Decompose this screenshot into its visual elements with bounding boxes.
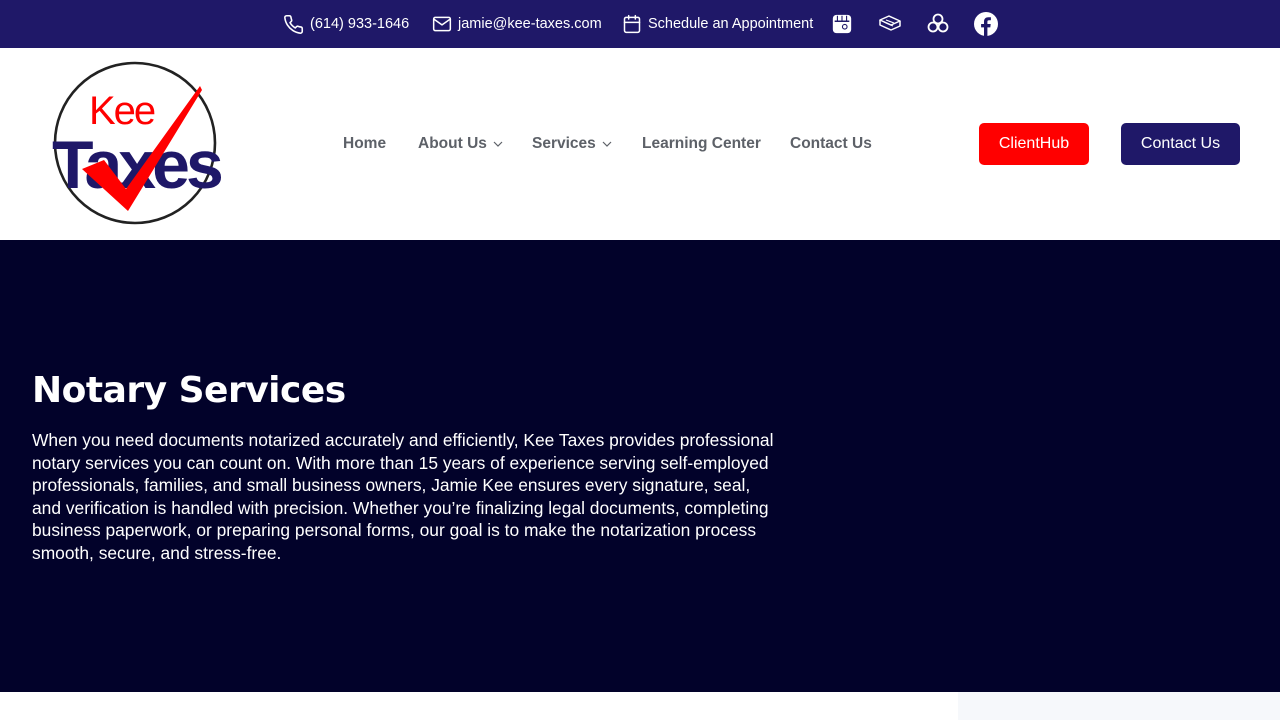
page-title: Notary Services (32, 370, 346, 411)
nav-services[interactable]: Services (532, 132, 612, 156)
chevron-down-icon (493, 141, 503, 147)
kee-taxes-logo[interactable]: Kee Taxes (38, 61, 236, 227)
calendar-icon (623, 14, 641, 34)
chevron-down-icon (602, 141, 612, 147)
nav-contact-us-label: Contact Us (790, 135, 872, 152)
cloud-icon (927, 13, 949, 33)
email-address: jamie@kee-taxes.com (458, 16, 602, 32)
top-bar: (614) 933-1646 jamie@kee-taxes.com Sched… (0, 0, 1280, 48)
nav-home-label: Home (343, 135, 387, 152)
email-link[interactable]: jamie@kee-taxes.com (432, 0, 602, 48)
nav-about-us-label: About Us (418, 135, 487, 152)
nav-learning-center-label: Learning Center (642, 135, 761, 152)
store-icon (832, 14, 852, 34)
facebook-icon (974, 12, 998, 36)
nav-services-label: Services (532, 135, 596, 152)
phone-number: (614) 933-1646 (310, 16, 410, 32)
phone-icon (284, 14, 304, 34)
hero-paragraph: When you need documents notarized accura… (32, 430, 774, 563)
next-section-panel (958, 692, 1280, 720)
yelp-link[interactable] (878, 12, 902, 36)
google-business-link[interactable] (830, 12, 854, 36)
mail-icon (432, 16, 452, 32)
clienthub-button[interactable]: ClientHub (979, 123, 1089, 165)
yelp-icon (879, 15, 901, 31)
cloud-link[interactable] (926, 12, 950, 36)
contact-us-button[interactable]: Contact Us (1121, 123, 1240, 165)
nav-home[interactable]: Home (343, 132, 386, 156)
nav-contact-us[interactable]: Contact Us (790, 132, 872, 156)
schedule-link[interactable]: Schedule an Appointment (622, 0, 813, 48)
nav-learning-center[interactable]: Learning Center (642, 132, 761, 156)
facebook-link[interactable] (974, 12, 998, 36)
hero-section: Notary Services When you need documents … (0, 240, 1280, 692)
site-header: Kee Taxes Home About Us Services Learnin… (0, 48, 1280, 240)
schedule-label: Schedule an Appointment (648, 16, 814, 32)
phone-link[interactable]: (614) 933-1646 (283, 0, 409, 48)
nav-about-us[interactable]: About Us (418, 132, 503, 156)
